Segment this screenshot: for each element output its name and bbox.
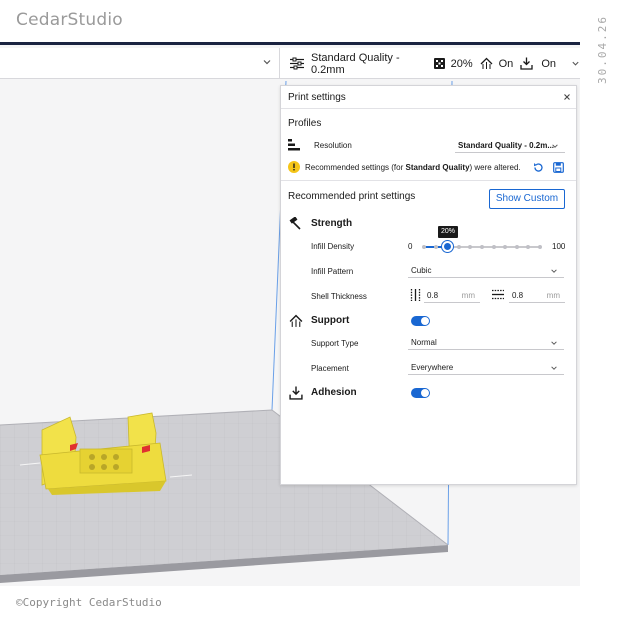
top-toolbar: Standard Quality - 0.2mm 20% On On — [0, 48, 580, 79]
panel-title: Print settings — [288, 92, 346, 103]
support-type-label: Support Type — [311, 339, 359, 348]
print-setup-selector[interactable]: Standard Quality - 0.2mm 20% On On — [281, 48, 580, 79]
infill-pattern-select[interactable]: Cubic — [408, 263, 564, 278]
top-bottom-thickness-input[interactable]: 0.8 mm — [509, 288, 565, 303]
panel-header: Print settings — [281, 86, 576, 109]
close-icon[interactable] — [562, 92, 572, 102]
brand-logo: CedarStudio — [16, 10, 123, 30]
slider-tick — [456, 245, 461, 249]
top-bottom-thickness-icon — [492, 289, 504, 300]
slider-tick — [433, 245, 438, 249]
chevron-down-icon — [551, 366, 557, 370]
adhesion-icon — [520, 57, 533, 70]
infill-pattern-value: Cubic — [411, 266, 432, 275]
settings-sliders-icon — [290, 57, 304, 70]
slider-tick — [468, 245, 473, 249]
resolution-select[interactable]: Standard Quality - 0.2m... — [455, 138, 565, 153]
wall-thickness-input[interactable]: 0.8 mm — [424, 288, 480, 303]
profile-summary: Standard Quality - 0.2mm — [311, 51, 400, 76]
support-icon — [480, 57, 493, 70]
resolution-label: Resolution — [314, 141, 352, 150]
infill-icon — [433, 58, 445, 69]
notice-suffix: ) were altered. — [469, 163, 521, 172]
chevron-down-icon — [551, 269, 557, 273]
slider-tick — [526, 245, 531, 249]
slider-tick — [503, 245, 508, 249]
top-bottom-thickness-value: 0.8 — [512, 291, 524, 300]
notice-profile-name: Standard Quality — [405, 163, 470, 172]
infill-value: 20% — [450, 57, 473, 70]
slider-tick — [480, 245, 484, 249]
slider-tick — [422, 245, 426, 249]
shell-thickness-label: Shell Thickness — [311, 292, 367, 301]
wall-thickness-unit: mm — [461, 291, 475, 300]
chevron-down-icon — [263, 60, 271, 65]
show-custom-button[interactable]: Show Custom — [489, 189, 565, 209]
adhesion-icon — [289, 386, 303, 400]
slider-tick — [514, 245, 519, 249]
chevron-down-icon — [552, 144, 558, 148]
divider — [281, 180, 576, 181]
support-value: On — [498, 57, 514, 70]
support-toggle[interactable] — [411, 316, 430, 326]
adhesion-toggle[interactable] — [411, 388, 430, 398]
notice-prefix: Recommended settings (for — [305, 163, 406, 172]
save-icon[interactable] — [553, 162, 564, 173]
print-settings-panel: Print settings Profiles Resolution Stand… — [280, 85, 577, 485]
support-type-select[interactable]: Normal — [408, 335, 564, 350]
date-stamp: 30.04.26 — [596, 15, 609, 84]
wall-thickness-icon — [410, 289, 421, 301]
strength-title: Strength — [311, 218, 353, 229]
hammer-icon — [289, 217, 301, 230]
chevron-down-icon — [571, 59, 580, 68]
slider-tick — [538, 245, 542, 249]
placement-select[interactable]: Everywhere — [408, 360, 564, 375]
slider-tooltip: 20% — [438, 226, 458, 238]
placement-label: Placement — [311, 364, 349, 373]
material-dropdown[interactable] — [0, 48, 280, 79]
support-icon — [289, 314, 303, 327]
chevron-down-icon — [551, 341, 557, 345]
infill-density-slider[interactable] — [422, 241, 542, 252]
support-title: Support — [311, 315, 350, 326]
adhesion-value: On — [541, 57, 556, 70]
slider-min: 0 — [408, 242, 413, 251]
adhesion-title: Adhesion — [311, 387, 357, 398]
slicer-window: Standard Quality - 0.2mm 20% On On Print… — [0, 42, 580, 586]
resolution-icon — [288, 139, 300, 151]
wall-thickness-value: 0.8 — [427, 291, 439, 300]
recommended-heading: Recommended print settings — [288, 191, 416, 202]
infill-density-label: Infill Density — [311, 242, 355, 251]
slider-handle[interactable] — [441, 241, 453, 252]
top-bottom-thickness-unit: mm — [546, 291, 560, 300]
copyright-text: ©Copyright CedarStudio — [16, 596, 162, 609]
warning-icon — [288, 161, 300, 173]
altered-notice: Recommended settings (for Standard Quali… — [305, 163, 521, 172]
slider-max: 100 — [552, 242, 566, 251]
resolution-value: Standard Quality - 0.2m... — [458, 141, 555, 150]
infill-pattern-label: Infill Pattern — [311, 267, 354, 276]
placement-value: Everywhere — [411, 363, 454, 372]
slider-tick — [491, 245, 496, 249]
profiles-heading: Profiles — [288, 118, 322, 129]
support-type-value: Normal — [411, 338, 437, 347]
reset-icon[interactable] — [533, 162, 544, 173]
